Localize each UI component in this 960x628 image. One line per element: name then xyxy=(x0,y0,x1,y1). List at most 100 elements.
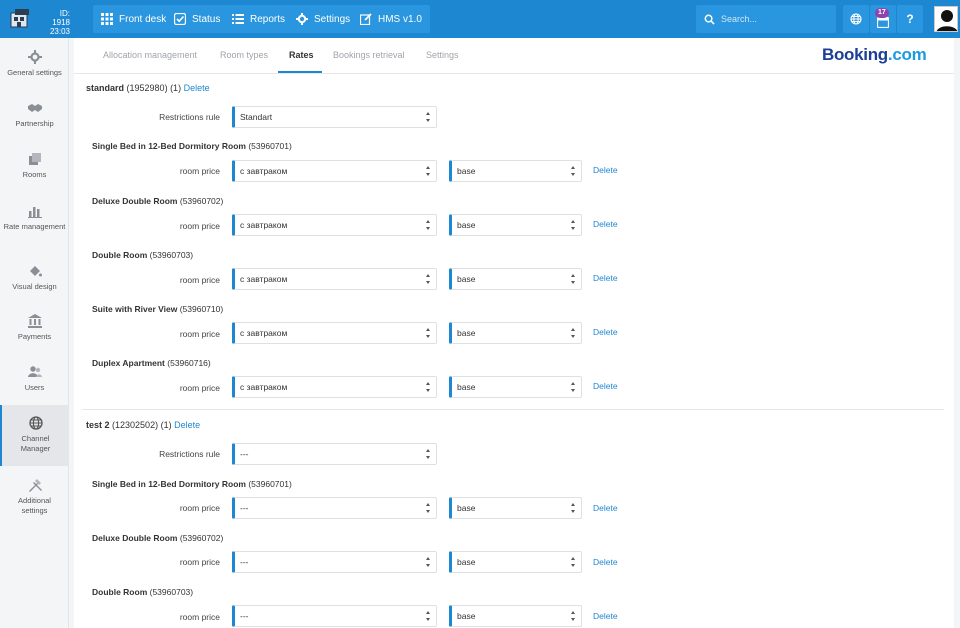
select-value: base xyxy=(457,220,476,230)
tools-icon xyxy=(28,479,42,492)
delete-room-link[interactable]: Delete xyxy=(593,503,618,513)
base-select[interactable]: base xyxy=(449,322,582,344)
nav-front-desk[interactable]: Front desk xyxy=(93,5,175,33)
sidebar-item-general-settings[interactable]: General settings xyxy=(0,50,69,78)
globe-icon xyxy=(28,416,43,430)
sidebar-item-partnership[interactable]: Partnership xyxy=(0,101,69,129)
delete-rate-link[interactable]: Delete xyxy=(184,83,210,93)
room-price-select[interactable]: с завтраком xyxy=(232,322,437,344)
room-title: Single Bed in 12-Bed Dormitory Room (539… xyxy=(92,479,292,489)
sidebar-item-visual-design[interactable]: Visual design xyxy=(0,264,69,292)
delete-room-link[interactable]: Delete xyxy=(593,381,618,391)
language-button[interactable] xyxy=(843,5,869,33)
select-arrows-icon xyxy=(426,611,431,621)
tab-room-types[interactable]: Room types xyxy=(220,50,268,60)
base-select[interactable]: base xyxy=(449,268,582,290)
base-select[interactable]: base xyxy=(449,605,582,627)
tab-settings[interactable]: Settings xyxy=(426,50,459,60)
room-title: Suite with River View (53960710) xyxy=(92,304,223,314)
room-name: Double Room xyxy=(92,250,148,260)
base-select[interactable]: base xyxy=(449,214,582,236)
room-id: (53960701) xyxy=(248,479,292,489)
delete-room-link[interactable]: Delete xyxy=(593,165,618,175)
checkbox-icon xyxy=(174,13,186,25)
select-value: с завтраком xyxy=(240,166,288,176)
nav-label: Front desk xyxy=(119,13,167,25)
nav-label: Status xyxy=(192,13,221,25)
sidebar-item-label: Payments xyxy=(17,332,52,341)
select-arrows-icon xyxy=(426,328,431,338)
room-price-select[interactable]: с завтраком xyxy=(232,160,437,182)
select-arrows-icon xyxy=(426,449,431,459)
edit-icon xyxy=(360,13,372,25)
room-title: Single Bed in 12-Bed Dormitory Room (539… xyxy=(92,141,292,151)
tab-allocation-management[interactable]: Allocation management xyxy=(103,50,197,60)
active-tab-indicator xyxy=(278,71,322,73)
room-name: Deluxe Double Room xyxy=(92,196,178,206)
select-value: base xyxy=(457,611,476,621)
room-name: Deluxe Double Room xyxy=(92,533,178,543)
base-select[interactable]: base xyxy=(449,376,582,398)
delete-room-link[interactable]: Delete xyxy=(593,273,618,283)
section-divider xyxy=(82,409,944,410)
room-name: Single Bed in 12-Bed Dormitory Room xyxy=(92,141,246,151)
nav-settings[interactable]: Settings xyxy=(288,5,359,33)
search-box[interactable] xyxy=(696,5,836,33)
nav-status[interactable]: Status xyxy=(166,5,229,33)
sidebar-item-label: Visual design xyxy=(12,282,57,291)
nav-reports[interactable]: Reports xyxy=(224,5,294,33)
room-price-select[interactable]: с завтраком xyxy=(232,214,437,236)
room-price-select[interactable]: с завтраком xyxy=(232,376,437,398)
select-arrows-icon xyxy=(571,611,576,621)
clock: 23:03 xyxy=(49,27,70,36)
room-title: Double Room (53960703) xyxy=(92,250,193,260)
tab-rates[interactable]: Rates xyxy=(289,50,314,60)
select-arrows-icon xyxy=(571,220,576,230)
handshake-icon xyxy=(27,104,42,112)
restrictions-rule-label: Restrictions rule xyxy=(159,449,220,459)
booking-logo: Booking.com xyxy=(822,45,927,65)
search-input[interactable] xyxy=(721,14,821,24)
top-bar: ID: 1918 23:03 Front desk Status Reports… xyxy=(0,0,960,38)
sidebar-item-additional-settings[interactable]: Additional settings xyxy=(0,478,69,516)
help-icon: ? xyxy=(906,12,914,26)
select-value: --- xyxy=(240,449,249,459)
sidebar-item-users[interactable]: Users xyxy=(0,365,69,393)
base-select[interactable]: base xyxy=(449,497,582,519)
restrictions-rule-select[interactable]: --- xyxy=(232,443,437,465)
room-id: (53960703) xyxy=(149,250,194,260)
help-button[interactable]: ? xyxy=(897,5,923,33)
base-select[interactable]: base xyxy=(449,551,582,573)
hotel-logo-icon[interactable] xyxy=(8,7,34,31)
restrictions-rule-select[interactable]: Standart xyxy=(232,106,437,128)
room-price-select[interactable]: --- xyxy=(232,551,437,573)
select-value: --- xyxy=(240,557,249,567)
delete-room-link[interactable]: Delete xyxy=(593,219,618,229)
sidebar-item-payments[interactable]: Payments xyxy=(0,314,69,342)
user-avatar[interactable] xyxy=(934,6,958,32)
room-name: Duplex Apartment xyxy=(92,358,165,368)
sidebar-item-rate-management[interactable]: Rate management xyxy=(0,204,69,232)
hotel-id: ID: 1918 xyxy=(52,9,70,27)
base-select[interactable]: base xyxy=(449,160,582,182)
delete-rate-link[interactable]: Delete xyxy=(174,420,200,430)
select-value: base xyxy=(457,166,476,176)
room-price-select[interactable]: с завтраком xyxy=(232,268,437,290)
select-arrows-icon xyxy=(426,112,431,122)
nav-hms[interactable]: HMS v1.0 xyxy=(352,5,430,33)
room-price-label: room price xyxy=(179,557,220,567)
delete-room-link[interactable]: Delete xyxy=(593,327,618,337)
main-panel: Allocation management Room types Rates B… xyxy=(74,38,954,628)
delete-room-link[interactable]: Delete xyxy=(593,611,618,621)
select-value: с завтраком xyxy=(240,382,288,392)
delete-room-link[interactable]: Delete xyxy=(593,557,618,567)
room-price-select[interactable]: --- xyxy=(232,497,437,519)
notifications-button[interactable]: 17 xyxy=(870,5,896,33)
sidebar-item-rooms[interactable]: Rooms xyxy=(0,152,69,180)
room-name: Single Bed in 12-Bed Dormitory Room xyxy=(92,479,246,489)
tab-bookings-retrieval[interactable]: Bookings retrieval xyxy=(333,50,405,60)
search-icon xyxy=(704,14,715,25)
select-value: base xyxy=(457,557,476,567)
sidebar-item-channel-manager[interactable]: Channel Manager xyxy=(0,405,69,466)
room-price-select[interactable]: --- xyxy=(232,605,437,627)
